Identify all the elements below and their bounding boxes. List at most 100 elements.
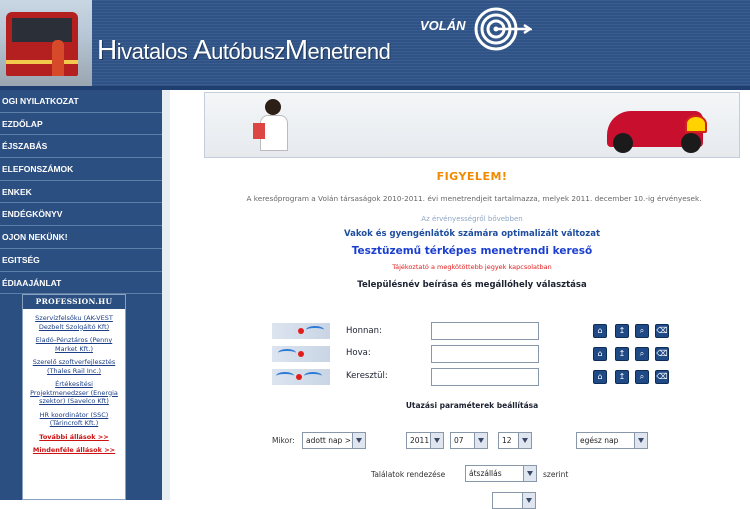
from-dot [298,328,304,334]
banner-person-head [265,99,281,115]
site-title: Hivatalos AutóbuszMenetrend [97,34,391,66]
month-value: 07 [454,436,464,445]
title-cap-1: H [97,34,117,65]
more-jobs-link[interactable]: További állások >> [26,433,122,442]
shell-logo-icon [685,115,707,133]
sort-select[interactable]: átszállás [465,465,537,482]
year-value: 2011 [410,436,430,445]
shell-banner-ad[interactable] [204,92,740,158]
time-range-value: egész nap [580,436,619,445]
banner-car-wheel [613,133,633,153]
bus-photo [0,0,92,86]
time-range-select[interactable]: egész nap [576,432,648,449]
search-icon[interactable]: ⌕ [635,324,649,338]
via-route-icon [272,369,330,385]
bus-window [12,18,72,42]
day-select[interactable]: 12 [498,432,532,449]
travel-params-title: Utazási paraméterek beállítása [405,401,539,410]
from-arc [306,326,324,334]
title-cap-3: M [284,34,308,65]
home-icon[interactable]: ⌂ [593,324,607,338]
nav-item-irjon-nekunk[interactable]: OJON NEKÜNK! [0,226,162,249]
banner-clipboard [253,123,265,139]
volan-logo-icon [474,7,532,51]
nav-item-vendegkonyv[interactable]: ENDÉGKÖNYV [0,203,162,227]
nav-item-dijszabas[interactable]: ÉJSZABÁS [0,135,162,159]
main-content: FIGYELEM! A keresőprogram a Volán társas… [170,90,750,509]
volan-logo-text: VOLÁN [420,18,466,33]
day-value: 12 [502,436,512,445]
month-select[interactable]: 07 [450,432,488,449]
search-icon[interactable]: ⌕ [635,347,649,361]
nav-item-kezdolap[interactable]: EZDŐLAP [0,112,162,136]
to-input[interactable] [431,345,539,363]
chevron-down-icon [518,433,531,448]
via-dot [296,374,302,380]
job-link[interactable]: Szervízfelsőku (AK-VEST Dezbelt Szolgált… [26,314,122,331]
title-rest-2: utóbusz [211,39,285,64]
nav-item-segitseg[interactable]: EGITSÉG [0,248,162,272]
to-dot [298,351,304,357]
stop-list-icon[interactable]: ↥ [615,324,629,338]
map-search-link[interactable]: Tesztüzemű térképes menetrendi kereső [204,245,740,257]
year-select[interactable]: 2011 [406,432,444,449]
city-input-title: Településnév beírása és megállóhely vála… [357,280,587,290]
ticket-info-link[interactable]: Tájékoztató a megkötöttebb jegyek kapcso… [204,263,740,271]
sidebar-nav: OGI NYILATKOZAT EZDŐLAP ÉJSZABÁS ELEFONS… [0,90,162,500]
eraser-icon[interactable]: ⌫ [655,370,669,384]
chevron-down-icon [430,433,443,448]
chevron-down-icon [523,466,536,481]
all-jobs-link[interactable]: Mindenféle állások >> [26,446,122,455]
via-label: Keresztül: [346,371,388,381]
partner-box-header[interactable]: PROFESSION.HU [23,295,125,309]
to-arc [278,349,296,357]
bus-stripe [6,60,78,64]
search-icon[interactable]: ⌕ [635,370,649,384]
title-cap-2: A [192,34,212,65]
stop-list-icon[interactable]: ↥ [615,347,629,361]
via-arc-right [304,372,322,380]
accessible-version-link[interactable]: Vakok és gyengénlátók számára optimalizá… [204,229,740,239]
sort-value: átszállás [469,469,502,478]
nav-item-jogi-nyilatkozat[interactable]: OGI NYILATKOZAT [0,90,162,113]
title-rest-3: enetrend [307,39,391,64]
nav-item-linkek[interactable]: ENKEK [0,180,162,204]
date-mode-select[interactable]: adott nap >> [302,432,366,449]
home-icon[interactable]: ⌂ [593,347,607,361]
sort-label: Találatok rendezése [371,470,446,479]
chevron-down-icon [522,493,535,508]
via-input[interactable] [431,368,539,386]
job-link[interactable]: Szerelő szoftverfejlesztés (Thales Rail … [26,358,122,375]
chevron-down-icon [352,433,365,448]
date-mode-value: adott nap >> [306,436,358,445]
eraser-icon[interactable]: ⌫ [655,347,669,361]
from-route-icon [272,323,330,339]
stop-list-icon[interactable]: ↥ [615,370,629,384]
via-arc-left [276,372,294,380]
job-link[interactable]: Eladó-Pénztáros (Penny Market Kft.) [26,336,122,353]
when-label: Mikor: [272,436,295,445]
job-link[interactable]: Értékesítési Projektmenedzser (Energia s… [26,380,122,406]
extra-select[interactable] [492,492,536,509]
job-link[interactable]: HR koordinátor (SSC) (Tárincroft Kft.) [26,411,122,428]
title-rest-1: ivatalos [116,39,193,64]
warning-text: A keresőprogram a Volán társaságok 2010-… [246,194,702,203]
to-route-icon [272,346,330,362]
home-icon[interactable]: ⌂ [593,370,607,384]
partner-job-box: PROFESSION.HU Szervízfelsőku (AK-VEST De… [22,294,126,500]
from-label: Honnan: [346,326,382,336]
sort-suffix: szerint [543,470,569,479]
site-header: Hivatalos AutóbuszMenetrend VOLÁN [0,0,750,88]
warning-title: FIGYELEM! [436,170,508,183]
main-left-edge [162,90,170,500]
nav-item-telefonszamok[interactable]: ELEFONSZÁMOK [0,158,162,181]
person-figure [52,40,64,76]
from-input[interactable] [431,322,539,340]
validity-more-link[interactable]: Az érvényességről bővebben [204,215,740,223]
to-label: Hova: [346,348,371,358]
banner-car-wheel [681,133,701,153]
chevron-down-icon [474,433,487,448]
eraser-icon[interactable]: ⌫ [655,324,669,338]
chevron-down-icon [634,433,647,448]
nav-item-mediaajanlat[interactable]: ÉDIAAJÁNLAT [0,271,162,295]
